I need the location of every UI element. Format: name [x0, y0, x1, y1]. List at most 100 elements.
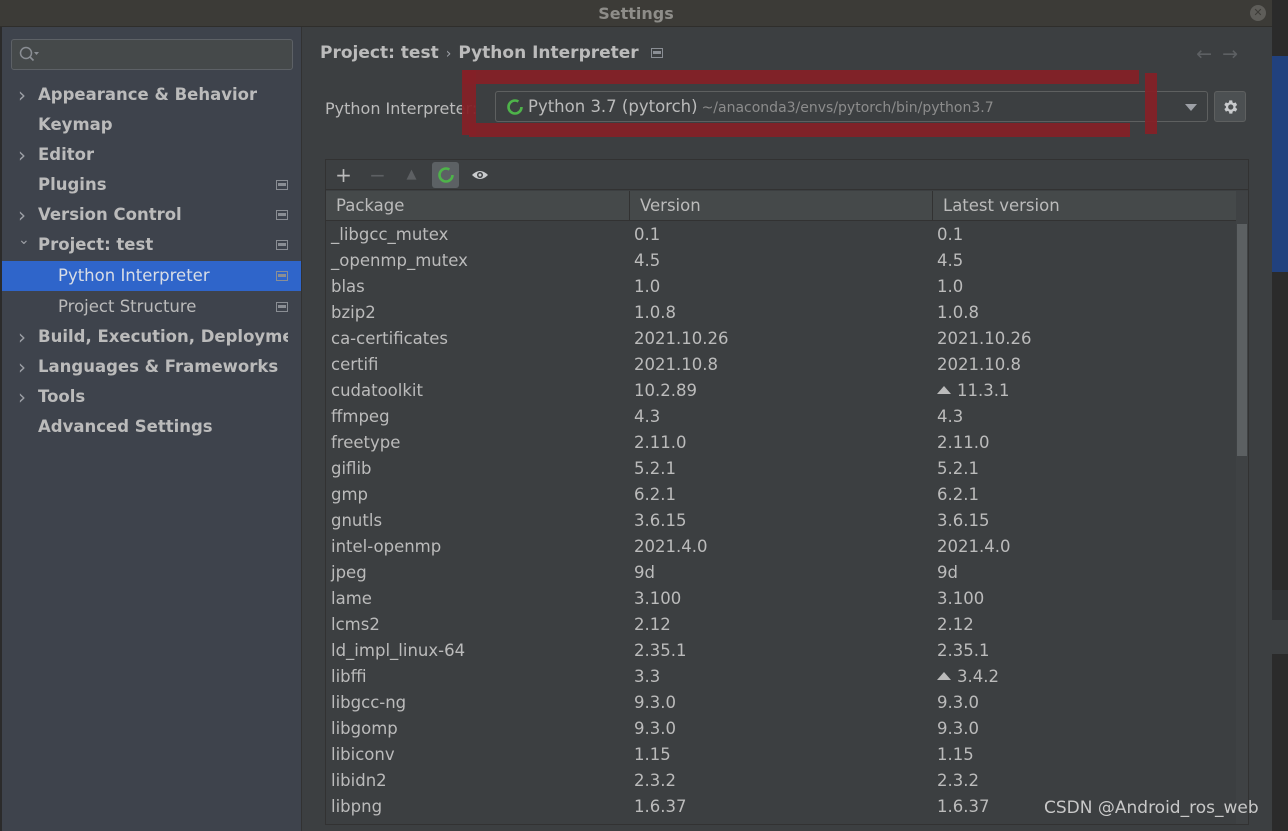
package-latest-version: 3.4.2 — [937, 664, 999, 690]
settings-search-input[interactable] — [11, 39, 293, 70]
package-latest-version: 1.15 — [937, 742, 974, 768]
package-name: libffi — [331, 667, 367, 686]
package-name: freetype — [331, 433, 401, 452]
sidebar-item-label: Plugins — [38, 175, 107, 194]
table-row[interactable]: intel-openmp 2021.4.0 2021.4.0 — [326, 534, 1236, 560]
table-row[interactable]: gmp 6.2.1 6.2.1 — [326, 482, 1236, 508]
interpreter-dropdown[interactable]: Python 3.7 (pytorch) ~/anaconda3/envs/pyt… — [495, 91, 1208, 122]
reload-button[interactable] — [432, 162, 459, 188]
table-row[interactable]: libgcc-ng 9.3.0 9.3.0 — [326, 690, 1236, 716]
package-latest-version: 2.35.1 — [937, 638, 989, 664]
sidebar-item-editor[interactable]: › Editor — [2, 140, 301, 170]
table-row[interactable]: libffi 3.3 3.4.2 — [326, 664, 1236, 690]
package-version: 9d — [634, 563, 655, 582]
upgrade-package-button[interactable]: ▲ — [398, 162, 425, 188]
table-row[interactable]: lame 3.100 3.100 — [326, 586, 1236, 612]
sidebar-item-project-structure[interactable]: Project Structure — [2, 292, 301, 322]
forward-arrow-icon[interactable]: → — [1222, 43, 1248, 65]
package-version: 5.2.1 — [634, 459, 676, 478]
table-row[interactable]: jpeg 9d 9d — [326, 560, 1236, 586]
package-version: 2.11.0 — [634, 433, 687, 452]
table-row[interactable]: cudatoolkit 10.2.89 11.3.1 — [326, 378, 1236, 404]
breadcrumb: Project: test › Python Interpreter — [320, 43, 663, 63]
table-row[interactable]: certifi 2021.10.8 2021.10.8 — [326, 352, 1236, 378]
column-header-package[interactable]: Package — [326, 191, 629, 221]
install-package-button[interactable]: + — [330, 162, 357, 188]
package-name: gnutls — [331, 511, 383, 530]
table-row[interactable]: lcms2 2.12 2.12 — [326, 612, 1236, 638]
window-titlebar: Settings ✕ — [0, 0, 1272, 27]
package-name: bzip2 — [331, 303, 376, 322]
package-name: libgomp — [331, 719, 398, 738]
show-early-releases-button[interactable] — [466, 162, 493, 188]
sidebar-item-plugins[interactable]: Plugins — [2, 170, 301, 200]
sidebar-item-label: Project Structure — [58, 297, 197, 316]
column-header-latest-version[interactable]: Latest version — [932, 191, 1236, 221]
sidebar-item-version-control[interactable]: › Version Control — [2, 200, 301, 230]
package-name: jpeg — [331, 563, 367, 582]
chevron-right-icon[interactable]: › — [18, 140, 32, 170]
chevron-down-icon[interactable]: ⌄ — [18, 225, 32, 255]
chevron-right-icon[interactable]: › — [18, 382, 32, 412]
sidebar-item-appearance-behavior[interactable]: › Appearance & Behavior — [2, 80, 301, 110]
back-arrow-icon[interactable]: ← — [1196, 43, 1222, 65]
table-row[interactable]: bzip2 1.0.8 1.0.8 — [326, 300, 1236, 326]
settings-sidebar: › Appearance & Behavior Keymap › Editor Plugi… — [2, 27, 301, 831]
table-row[interactable]: ld_impl_linux-64 2.35.1 2.35.1 — [326, 638, 1236, 664]
package-latest-version: 2021.4.0 — [937, 534, 1010, 560]
package-latest-version: 6.2.1 — [937, 482, 979, 508]
interpreter-settings-button[interactable] — [1214, 91, 1246, 122]
chevron-down-icon[interactable] — [1185, 104, 1197, 111]
sidebar-item-python-interpreter[interactable]: Python Interpreter — [2, 261, 301, 291]
package-version: 1.15 — [634, 745, 671, 764]
package-name: libiconv — [331, 745, 395, 764]
table-row[interactable]: libgomp 9.3.0 9.3.0 — [326, 716, 1236, 742]
table-row[interactable]: freetype 2.11.0 2.11.0 — [326, 430, 1236, 456]
sidebar-item-keymap[interactable]: Keymap — [2, 110, 301, 140]
package-version: 2.35.1 — [634, 641, 687, 660]
latest-version-text: 3.6.15 — [937, 511, 990, 530]
breadcrumb-project[interactable]: Project: test — [320, 43, 439, 63]
interpreter-path: ~/anaconda3/envs/pytorch/bin/python3.7 — [701, 100, 994, 116]
latest-version-text: 2021.4.0 — [937, 537, 1011, 556]
package-name: gmp — [331, 485, 369, 504]
package-name: libidn2 — [331, 771, 387, 790]
latest-version-text: 4.3 — [937, 407, 964, 426]
package-name: giflib — [331, 459, 372, 478]
table-row[interactable]: giflib 5.2.1 5.2.1 — [326, 456, 1236, 482]
project-scope-icon — [276, 210, 288, 220]
breadcrumb-separator: › — [445, 46, 452, 62]
table-row[interactable]: ca-certificates 2021.10.26 2021.10.26 — [326, 326, 1236, 352]
sidebar-item-build-execution-deployment[interactable]: › Build, Execution, Deployment — [2, 322, 301, 352]
package-name: intel-openmp — [331, 537, 442, 556]
latest-version-text: 9d — [937, 563, 958, 582]
sidebar-item-project-test[interactable]: ⌄ Project: test — [2, 230, 301, 260]
sidebar-item-languages-frameworks[interactable]: › Languages & Frameworks — [2, 352, 301, 382]
scrollbar-thumb[interactable] — [1237, 224, 1247, 456]
package-version: 2021.10.26 — [634, 329, 729, 348]
package-name: lame — [331, 589, 372, 608]
package-version: 10.2.89 — [634, 381, 697, 400]
table-row[interactable]: _libgcc_mutex 0.1 0.1 — [326, 222, 1236, 248]
table-row[interactable]: libiconv 1.15 1.15 — [326, 742, 1236, 768]
package-name: lcms2 — [331, 615, 380, 634]
latest-version-text: 5.2.1 — [937, 459, 979, 478]
chevron-right-icon[interactable]: › — [18, 352, 32, 382]
package-version: 9.3.0 — [634, 693, 676, 712]
table-row[interactable]: libidn2 2.3.2 2.3.2 — [326, 768, 1236, 794]
chevron-right-icon[interactable]: › — [18, 80, 32, 110]
sidebar-item-advanced-settings[interactable]: Advanced Settings — [2, 412, 301, 442]
table-row[interactable]: ffmpeg 4.3 4.3 — [326, 404, 1236, 430]
package-name: blas — [331, 277, 365, 296]
latest-version-text: 9.3.0 — [937, 719, 979, 738]
sidebar-item-tools[interactable]: › Tools — [2, 382, 301, 412]
column-header-version[interactable]: Version — [629, 191, 932, 221]
project-scope-icon — [650, 48, 663, 58]
table-row[interactable]: _openmp_mutex 4.5 4.5 — [326, 248, 1236, 274]
uninstall-package-button[interactable]: − — [364, 162, 391, 188]
chevron-right-icon[interactable]: › — [18, 322, 32, 352]
close-icon[interactable]: ✕ — [1250, 5, 1266, 21]
package-latest-version: 4.5 — [937, 248, 963, 274]
table-row[interactable]: blas 1.0 1.0 — [326, 274, 1236, 300]
table-row[interactable]: gnutls 3.6.15 3.6.15 — [326, 508, 1236, 534]
